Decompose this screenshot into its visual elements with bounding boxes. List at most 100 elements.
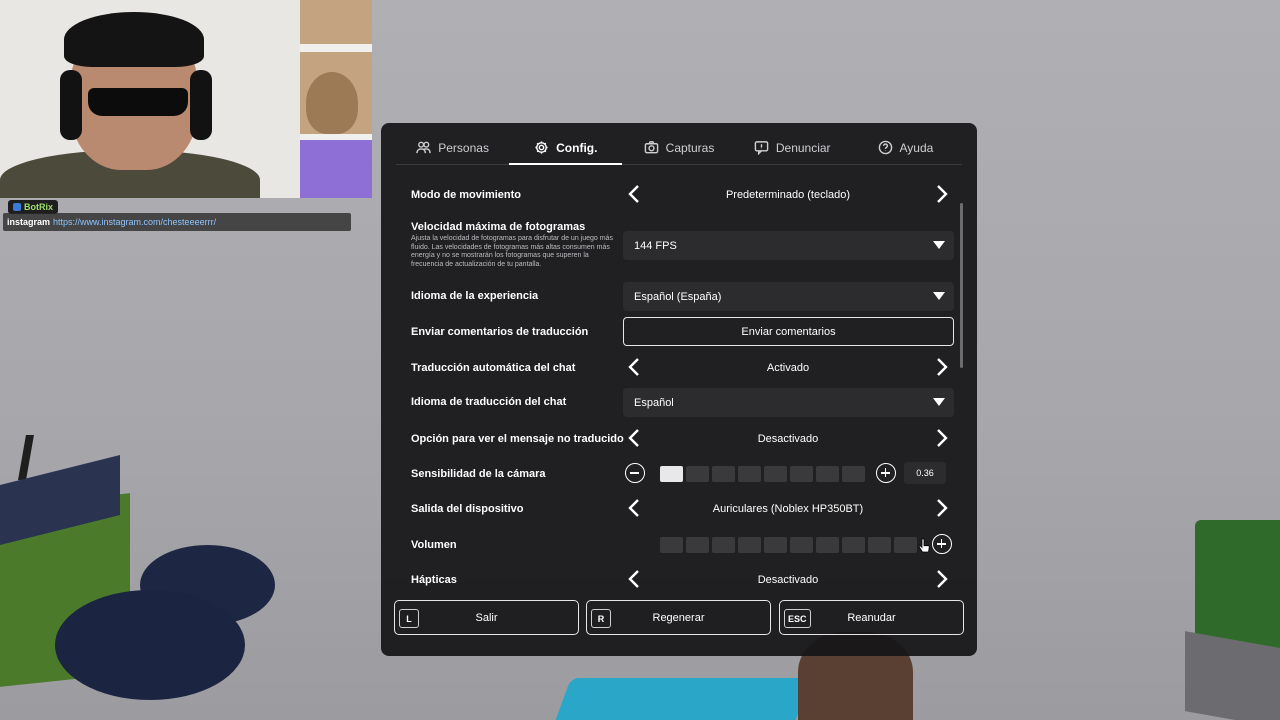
- setting-value: Predeterminado (teclado): [725, 189, 851, 201]
- setting-label: Idioma de traducción del chat: [411, 396, 567, 408]
- button-label: Reanudar: [847, 611, 896, 624]
- key-hint: R: [591, 609, 611, 628]
- setting-label: Volumen: [411, 539, 457, 551]
- setting-value: Desactivado: [757, 433, 819, 445]
- tab-capturas[interactable]: Capturas: [622, 131, 735, 164]
- slider-segment[interactable]: [660, 537, 683, 553]
- setting-value: Activado: [766, 362, 810, 374]
- previous-arrow-icon[interactable]: [624, 356, 646, 378]
- button-label: Regenerar: [652, 611, 705, 624]
- key-hint: L: [399, 609, 419, 628]
- headphones: [60, 70, 82, 140]
- bot-badge-icon: [13, 203, 21, 211]
- slider-segment[interactable]: [660, 466, 683, 482]
- slider-segment[interactable]: [790, 466, 813, 482]
- sensitivity-value[interactable]: 0.36: [904, 462, 946, 484]
- fps-dropdown[interactable]: 144 FPS: [623, 231, 954, 260]
- tab-label: Capturas: [665, 140, 715, 155]
- settings-list: Modo de movimiento Predeterminado (tecla…: [381, 165, 977, 592]
- previous-arrow-icon[interactable]: [624, 183, 646, 205]
- chat-username: instagram: [7, 217, 51, 227]
- previous-arrow-icon[interactable]: [624, 427, 646, 449]
- settings-scrollbar[interactable]: [960, 203, 963, 368]
- streamer-webcam: [0, 0, 372, 198]
- volume-slider[interactable]: [660, 537, 917, 553]
- caret-down-icon: [933, 398, 945, 406]
- slider-segment[interactable]: [712, 466, 735, 482]
- setting-label: Modo de movimiento: [411, 189, 521, 201]
- tab-label: Ayuda: [899, 140, 934, 155]
- slider-segment[interactable]: [790, 537, 813, 553]
- tab-config[interactable]: Config.: [509, 131, 623, 165]
- previous-arrow-icon[interactable]: [624, 497, 646, 519]
- next-arrow-icon[interactable]: [930, 497, 952, 519]
- chat-language-dropdown[interactable]: Español: [623, 388, 954, 417]
- slider-segment[interactable]: [842, 466, 865, 482]
- hand-cursor-icon: [918, 538, 930, 553]
- sunglasses: [88, 88, 188, 116]
- setting-label: Enviar comentarios de traducción: [411, 326, 589, 338]
- tab-label: Config.: [556, 140, 598, 155]
- setting-label: Salida del dispositivo: [411, 503, 524, 515]
- chat-message: instagram https://www.instagram.com/ches…: [3, 213, 351, 231]
- next-arrow-icon[interactable]: [930, 356, 952, 378]
- tab-personas[interactable]: Personas: [396, 131, 509, 164]
- slider-segment[interactable]: [738, 466, 761, 482]
- minus-circle-icon[interactable]: [625, 463, 645, 483]
- bot-name: BotRix: [24, 202, 53, 212]
- setting-label: Idioma de la experiencia: [411, 290, 539, 302]
- plus-circle-icon[interactable]: [876, 463, 896, 483]
- dropdown-value: Español: [634, 396, 674, 409]
- next-arrow-icon[interactable]: [930, 427, 952, 449]
- setting-label: Opción para ver el mensaje no traducido: [411, 433, 624, 445]
- slider-segment[interactable]: [868, 537, 891, 553]
- tab-label: Personas: [438, 140, 489, 155]
- slider-segment[interactable]: [894, 537, 917, 553]
- setting-description: Ajusta la velocidad de fotogramas para d…: [411, 235, 613, 268]
- dropdown-value: 144 FPS: [634, 239, 677, 252]
- respawn-button[interactable]: R Regenerar: [586, 600, 771, 635]
- settings-menu: Personas Config. Capturas Denunciar Ayud…: [381, 123, 977, 656]
- previous-arrow-icon[interactable]: [624, 568, 646, 590]
- bot-tag: BotRix: [8, 200, 58, 214]
- gear-icon: [535, 141, 548, 154]
- slider-segment[interactable]: [816, 466, 839, 482]
- tab-denunciar[interactable]: Denunciar: [736, 131, 849, 164]
- setting-label: Velocidad máxima de fotogramas: [411, 221, 586, 233]
- leave-button[interactable]: L Salir: [394, 600, 579, 635]
- tab-ayuda[interactable]: Ayuda: [849, 131, 962, 164]
- setting-label: Sensibilidad de la cámara: [411, 468, 546, 480]
- setting-label: Hápticas: [411, 574, 457, 586]
- slider-segment[interactable]: [842, 537, 865, 553]
- slider-segment[interactable]: [686, 537, 709, 553]
- slider-segment[interactable]: [738, 537, 761, 553]
- resume-button[interactable]: ESC Reanudar: [779, 600, 964, 635]
- next-arrow-icon[interactable]: [930, 183, 952, 205]
- caret-down-icon: [933, 241, 945, 249]
- camera-sensitivity-slider[interactable]: [660, 466, 865, 482]
- setting-value: Desactivado: [757, 574, 819, 586]
- slider-segment[interactable]: [686, 466, 709, 482]
- world-planter: [1185, 631, 1280, 720]
- language-dropdown[interactable]: Español (España): [623, 282, 954, 311]
- world-rock: [55, 590, 245, 700]
- world-hedge: [1195, 520, 1280, 650]
- slider-segment[interactable]: [764, 466, 787, 482]
- slider-segment[interactable]: [816, 537, 839, 553]
- chat-link[interactable]: https://www.instagram.com/chesteeeerrr/: [53, 217, 216, 227]
- next-arrow-icon[interactable]: [930, 568, 952, 590]
- world-floor-tile: [549, 678, 811, 720]
- dropdown-value: Español (España): [634, 290, 722, 303]
- menu-actions: L Salir R Regenerar ESC Reanudar: [394, 600, 964, 635]
- key-hint: ESC: [784, 609, 811, 628]
- button-label: Salir: [475, 611, 498, 624]
- plus-circle-icon[interactable]: [932, 534, 952, 554]
- setting-value: Auriculares (Noblex HP350BT): [712, 503, 864, 515]
- send-feedback-button[interactable]: Enviar comentarios: [623, 317, 954, 346]
- people-icon: [416, 141, 432, 154]
- help-icon: [878, 140, 892, 155]
- slider-segment[interactable]: [712, 537, 735, 553]
- camera-icon: [644, 141, 658, 154]
- slider-segment[interactable]: [764, 537, 787, 553]
- report-flag-icon: [754, 141, 769, 155]
